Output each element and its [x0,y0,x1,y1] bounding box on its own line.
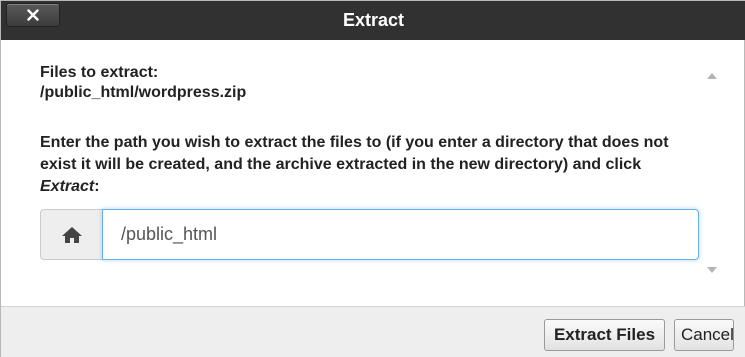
cancel-button[interactable]: Cancel [674,319,734,351]
extract-path-input[interactable] [102,209,699,260]
close-button[interactable] [6,3,60,27]
caret-up-icon [707,73,717,79]
extract-files-button[interactable]: Extract Files [544,319,665,351]
close-icon [27,9,39,21]
scroll-up-arrow[interactable] [704,69,720,83]
extract-dialog: Extract Files to extract: /public_html/w… [0,0,745,357]
dialog-footer: Extract Files Cancel [1,306,745,357]
path-input-group [40,209,699,260]
dialog-titlebar: Extract [1,1,745,40]
caret-down-icon [707,267,717,273]
archive-file-path: /public_html/wordpress.zip [40,84,247,101]
instruction-extract-emphasis: Extract [40,178,95,195]
instruction-text: Enter the path you wish to extract the f… [40,134,669,173]
home-icon [61,226,82,243]
scroll-down-arrow[interactable] [704,263,720,277]
home-addon [40,209,102,260]
dialog-content: Files to extract: /public_html/wordpress… [40,64,700,198]
files-to-extract-label: Files to extract: [40,64,159,81]
dialog-title: Extract [342,10,405,30]
extract-instructions: Enter the path you wish to extract the f… [40,132,700,198]
instruction-tail: : [94,178,100,195]
